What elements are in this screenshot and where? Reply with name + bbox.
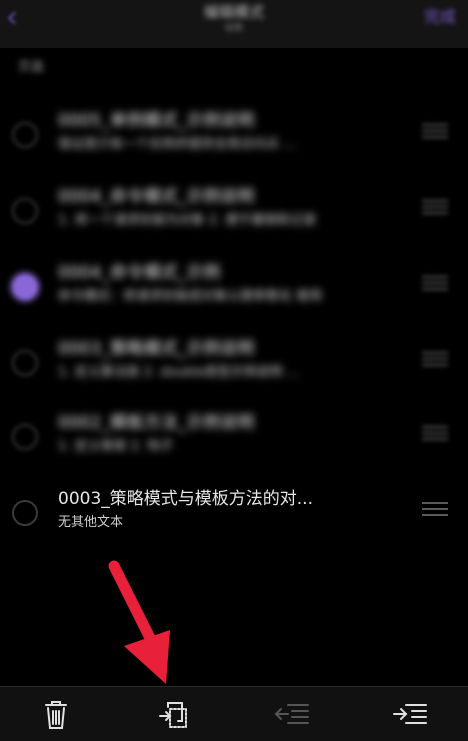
outdent-button[interactable] xyxy=(274,699,310,731)
item-subtitle: 保证类只有一个实例并提供全局访问点 … xyxy=(58,137,297,152)
bottom-toolbar xyxy=(0,686,468,741)
move-to-page-icon xyxy=(159,702,187,728)
list-item[interactable]: 0005_单例模式_示例说明 保证类只有一个实例并提供全局访问点 … xyxy=(0,102,468,174)
drag-handle-icon[interactable] xyxy=(422,352,448,368)
move-to-page-button[interactable] xyxy=(156,699,192,731)
drag-handle-icon[interactable] xyxy=(422,124,448,140)
item-subtitle: 命令模式：将请求封装成对象以便参数化 使用 xyxy=(58,289,323,304)
list-item[interactable]: 0004_命令模式_示例说明 1. 将一个请求封装为对象 2. 便于撤销和记录 xyxy=(0,178,468,250)
list-item[interactable]: 0003_策略模式与模板方法的对... 无其他文本 xyxy=(0,480,468,552)
section-header: 页面 xyxy=(18,60,45,75)
trash-icon xyxy=(45,701,67,729)
done-button[interactable]: 完成 xyxy=(404,4,456,30)
drag-handle-icon[interactable] xyxy=(422,276,448,292)
indent-button[interactable] xyxy=(392,699,428,731)
item-subtitle: 1. 将一个请求封装为对象 2. 便于撤销和记录 xyxy=(58,213,317,228)
item-subtitle: 1. 定义算法族 2. double类型示例说明 … xyxy=(58,365,300,380)
drag-handle-icon[interactable] xyxy=(422,426,448,442)
nav-subtitle: 0/6 xyxy=(225,21,243,34)
item-title: 0005_单例模式_示例说明 xyxy=(58,111,255,131)
item-subtitle: 1. 定义骨架 2. 钩子 xyxy=(58,439,174,454)
nav-bar: ‹ 编辑模式 0/6 完成 xyxy=(0,0,468,48)
item-title: 0004_命令模式_示例 xyxy=(58,263,221,283)
select-radio[interactable] xyxy=(12,500,38,526)
select-radio[interactable] xyxy=(12,122,38,148)
list-item[interactable]: 0003_策略模式_示例说明 1. 定义算法族 2. double类型示例说明 … xyxy=(0,330,468,402)
select-radio[interactable] xyxy=(12,424,38,450)
back-button[interactable]: ‹ xyxy=(6,3,32,33)
select-radio[interactable] xyxy=(12,274,38,300)
list-item[interactable]: 0002_模板方法_示例说明 1. 定义骨架 2. 钩子 xyxy=(0,404,468,476)
delete-button[interactable] xyxy=(38,699,74,731)
drag-handle-icon[interactable] xyxy=(422,502,448,518)
drag-handle-icon[interactable] xyxy=(422,200,448,216)
item-title: 0002_模板方法_示例说明 xyxy=(58,413,255,433)
nav-title: 编辑模式 xyxy=(203,3,264,21)
outdent-icon xyxy=(274,704,309,724)
item-title: 0003_策略模式与模板方法的对... xyxy=(58,489,313,509)
item-subtitle: 无其他文本 xyxy=(58,515,124,530)
select-radio[interactable] xyxy=(12,350,38,376)
indent-icon xyxy=(393,704,427,724)
item-title: 0004_命令模式_示例说明 xyxy=(58,187,255,207)
list-item[interactable]: 0004_命令模式_示例 命令模式：将请求封装成对象以便参数化 使用 xyxy=(0,254,468,326)
select-radio[interactable] xyxy=(12,198,38,224)
item-title: 0003_策略模式_示例说明 xyxy=(58,339,255,359)
